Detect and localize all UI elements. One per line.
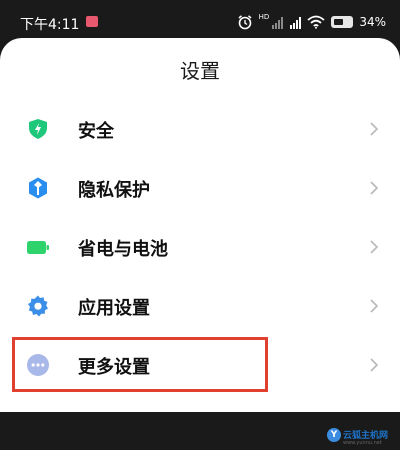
menu-item-app-settings[interactable]: 应用设置 — [0, 281, 400, 331]
gear-icon — [28, 295, 48, 317]
battery-icon — [331, 16, 354, 28]
status-time: 下午4:11 — [20, 17, 80, 33]
status-icons: HD 34% — [231, 11, 386, 33]
menu-item-privacy[interactable]: 隐私保护 — [0, 163, 400, 213]
signal-1-icon — [271, 16, 284, 29]
signal-2-icon — [289, 16, 302, 29]
chevron-right-icon — [370, 299, 379, 313]
wifi-icon — [307, 15, 325, 29]
page-title: 设置 — [180, 59, 220, 83]
battery-icon — [27, 241, 49, 254]
menu-item-security[interactable]: 安全 — [0, 104, 400, 154]
settings-sheet: 设置 安全 隐私保护 省电与电池 应用设置 更多设置 Y 云狐主机网 www.y… — [0, 38, 400, 446]
chevron-right-icon — [370, 358, 379, 372]
menu-item-label: 应用设置 — [78, 298, 150, 319]
menu-item-label: 安全 — [78, 121, 114, 142]
battery-percent: 34% — [359, 15, 386, 29]
hd-badge: HD — [258, 12, 270, 21]
menu-item-label: 隐私保护 — [78, 180, 150, 201]
alarm-icon — [238, 15, 252, 30]
app-notification-icon — [86, 16, 98, 27]
chevron-right-icon — [370, 122, 379, 136]
watermark-url: www.yunnu.net — [343, 440, 382, 446]
privacy-icon — [29, 177, 47, 199]
menu-item-battery[interactable]: 省电与电池 — [0, 222, 400, 272]
highlight-box — [12, 337, 268, 392]
watermark-logo-icon: Y — [327, 428, 341, 442]
menu-item-label: 省电与电池 — [78, 239, 168, 260]
shield-icon — [29, 119, 47, 139]
watermark: Y 云狐主机网 www.yunnu.net — [327, 424, 400, 450]
chevron-right-icon — [370, 181, 379, 195]
chevron-right-icon — [370, 240, 379, 254]
